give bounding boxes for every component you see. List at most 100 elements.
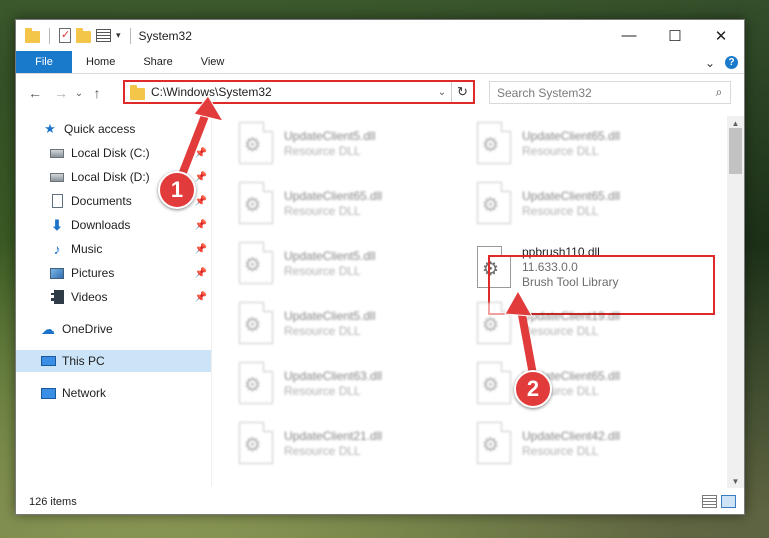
- file-type: Resource DLL: [522, 323, 599, 338]
- file-item[interactable]: ⚙ UpdateClient65.dll Resource DLL: [473, 119, 693, 167]
- sidebar-item-label: Music: [71, 242, 103, 256]
- large-icons-view-icon[interactable]: [721, 495, 736, 508]
- file-type: Resource DLL: [522, 143, 599, 158]
- help-icon[interactable]: ?: [725, 56, 738, 69]
- disk-icon: [49, 170, 65, 184]
- expand-ribbon-chevron-icon[interactable]: ⌄: [705, 56, 715, 70]
- file-item[interactable]: ⚙ UpdateClient42.dll Resource DLL: [473, 419, 693, 467]
- file-item[interactable]: ⚙ UpdateClient65.dll Resource DLL: [473, 179, 693, 227]
- sidebar-item-label: Pictures: [71, 266, 115, 280]
- file-item[interactable]: ⚙ UpdateClient5.dll Resource DLL: [235, 119, 455, 167]
- sidebar-item-label: Network: [62, 386, 107, 400]
- pin-icon[interactable]: 📌: [195, 196, 207, 207]
- file-item[interactable]: ⚙ UpdateClient19.dll Resource DLL: [473, 299, 693, 347]
- up-button[interactable]: ↑: [86, 82, 108, 104]
- download-icon: ⬇: [51, 216, 63, 233]
- back-button[interactable]: ←: [24, 82, 46, 104]
- search-box[interactable]: Search System32 ⌕: [489, 81, 731, 104]
- toolbar-divider: [49, 27, 50, 44]
- quick-access-toolbar: ▾: [16, 27, 135, 44]
- file-item[interactable]: ⚙ UpdateClient65.dll Resource DLL: [235, 179, 455, 227]
- pin-icon[interactable]: 📌: [195, 172, 207, 183]
- file-item[interactable]: ⚙ UpdateClient5.dll Resource DLL: [235, 239, 455, 287]
- pane-divider[interactable]: [211, 116, 212, 486]
- scrollbar-thumb[interactable]: [729, 128, 742, 174]
- search-input[interactable]: Search System32: [497, 86, 708, 100]
- sidebar-item-label: Documents: [71, 194, 132, 208]
- disk-icon: [49, 146, 65, 160]
- new-folder-icon[interactable]: [76, 28, 91, 43]
- dll-file-icon: ⚙: [477, 122, 511, 164]
- tab-home[interactable]: Home: [72, 51, 129, 73]
- dll-file-icon: ⚙: [477, 302, 511, 344]
- search-icon[interactable]: ⌕: [708, 85, 730, 100]
- details-view-icon[interactable]: [702, 495, 717, 508]
- recent-locations-chevron-icon[interactable]: ⌄: [72, 82, 86, 104]
- music-icon: ♪: [53, 241, 61, 257]
- dll-file-icon: ⚙: [239, 362, 273, 404]
- sidebar-item-pictures[interactable]: Pictures 📌: [16, 262, 211, 284]
- close-button[interactable]: ✕: [698, 20, 744, 51]
- pin-icon[interactable]: 📌: [195, 220, 207, 231]
- file-item[interactable]: ⚙ UpdateClient5.dll Resource DLL: [235, 299, 455, 347]
- refresh-button[interactable]: ↻: [451, 82, 473, 102]
- ribbon-right-controls: ⌄ ?: [705, 51, 738, 74]
- address-bar[interactable]: C:\Windows\System32 ⌄ ↻: [123, 80, 475, 104]
- file-name: UpdateClient63.dll: [284, 368, 383, 383]
- customize-toolbar-chevron-icon[interactable]: ▾: [116, 30, 121, 41]
- sidebar-item-this-pc[interactable]: This PC: [16, 350, 211, 372]
- pin-icon[interactable]: 📌: [195, 292, 207, 303]
- maximize-button[interactable]: ☐: [652, 20, 698, 51]
- file-type: Resource DLL: [284, 203, 361, 218]
- properties-icon[interactable]: [96, 29, 111, 42]
- file-name: UpdateClient5.dll: [284, 128, 376, 143]
- file-name: UpdateClient42.dll: [522, 428, 621, 443]
- address-path[interactable]: C:\Windows\System32: [151, 85, 433, 99]
- dll-file-icon: ⚙: [239, 422, 273, 464]
- sidebar-item-label: Downloads: [71, 218, 131, 232]
- dll-file-icon: ⚙: [239, 182, 273, 224]
- sidebar-item-downloads[interactable]: ⬇ Downloads 📌: [16, 214, 211, 236]
- sidebar-item-local-disk-c[interactable]: Local Disk (C:) 📌: [16, 142, 211, 164]
- tab-share[interactable]: Share: [129, 51, 186, 73]
- file-type: Resource DLL: [284, 143, 361, 158]
- file-name: UpdateClient65.dll: [522, 128, 621, 143]
- sidebar-item-onedrive[interactable]: ☁ OneDrive: [16, 318, 211, 340]
- file-type: Resource DLL: [284, 383, 361, 398]
- pin-icon[interactable]: 📌: [195, 268, 207, 279]
- sidebar-item-label: Quick access: [64, 122, 136, 136]
- file-list: ⚙ UpdateClient5.dll Resource DLL ⚙ Update…: [221, 114, 726, 484]
- sidebar-item-label: OneDrive: [62, 322, 113, 336]
- pin-icon[interactable]: 📌: [195, 244, 207, 255]
- dll-file-icon: ⚙: [239, 302, 273, 344]
- dll-file-icon: ⚙: [239, 122, 273, 164]
- properties-check-icon[interactable]: [59, 28, 71, 43]
- step-2-marker: 2: [514, 370, 552, 408]
- tab-view[interactable]: View: [187, 51, 239, 73]
- sidebar-item-music[interactable]: ♪ Music 📌: [16, 238, 211, 260]
- navigation-row: ← → ⌄ ↑ C:\Windows\System32 ⌄ ↻ Search S…: [16, 78, 744, 108]
- file-item[interactable]: ⚙ UpdateClient65.dll Resource DLL: [473, 359, 693, 407]
- sidebar-item-network[interactable]: Network: [16, 382, 211, 404]
- file-item[interactable]: ⚙ UpdateClient63.dll Resource DLL: [235, 359, 455, 407]
- videos-icon: [49, 290, 65, 304]
- pin-icon[interactable]: 📌: [195, 148, 207, 159]
- sidebar-item-videos[interactable]: Videos 📌: [16, 286, 211, 308]
- forward-button[interactable]: →: [50, 82, 72, 104]
- window-controls: — ☐ ✕: [606, 20, 744, 51]
- sidebar-item-quick-access[interactable]: ★ Quick access: [16, 118, 211, 140]
- file-type: Resource DLL: [284, 263, 361, 278]
- minimize-button[interactable]: —: [606, 20, 652, 51]
- vertical-scrollbar[interactable]: ▲ ▼: [727, 116, 744, 488]
- file-name: UpdateClient65.dll: [284, 188, 383, 203]
- file-item[interactable]: ⚙ UpdateClient21.dll Resource DLL: [235, 419, 455, 467]
- file-name: UpdateClient19.dll: [522, 308, 621, 323]
- document-icon: [49, 194, 65, 208]
- dll-file-icon: ⚙: [477, 182, 511, 224]
- file-name: UpdateClient65.dll: [522, 188, 621, 203]
- tab-file[interactable]: File: [16, 51, 72, 73]
- address-dropdown-chevron-icon[interactable]: ⌄: [433, 87, 451, 98]
- folder-icon: [130, 84, 145, 100]
- sidebar-item-label: Local Disk (D:): [71, 170, 150, 184]
- scroll-down-icon[interactable]: ▼: [727, 474, 744, 488]
